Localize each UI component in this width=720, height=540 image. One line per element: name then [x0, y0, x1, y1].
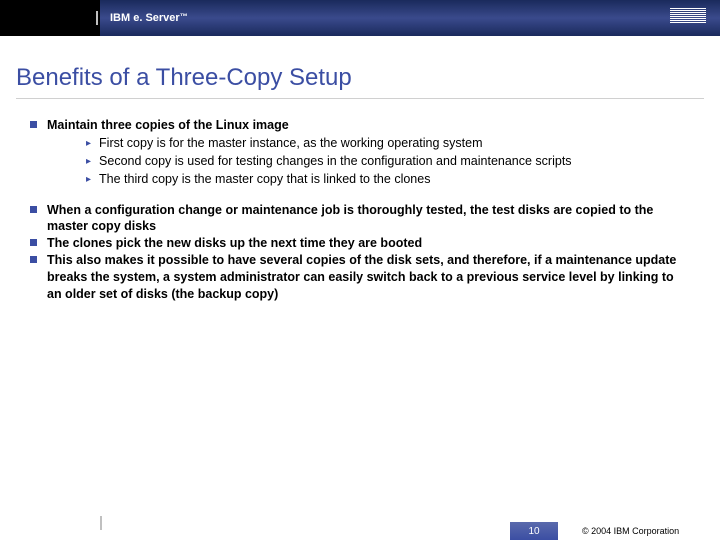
footer-dots-decor — [440, 522, 510, 540]
bullet-item: When a configuration change or maintenan… — [30, 202, 690, 236]
bullet-text: When a configuration change or maintenan… — [47, 202, 690, 236]
slide-title: Benefits of a Three-Copy Setup — [16, 64, 720, 92]
sub-bullet: ▸ Second copy is used for testing change… — [86, 153, 690, 170]
arrow-bullet-icon: ▸ — [86, 137, 91, 151]
sub-bullet-text: Second copy is used for testing changes … — [99, 153, 572, 170]
sub-bullet: ▸ The third copy is the master copy that… — [86, 171, 690, 188]
copyright-text: © 2004 IBM Corporation — [582, 526, 679, 536]
header-tick-icon — [96, 11, 98, 25]
bullet-item: This also makes it possible to have seve… — [30, 252, 690, 303]
bullet-item: The clones pick the new disks up the nex… — [30, 235, 690, 252]
bullet-text: The clones pick the new disks up the nex… — [47, 235, 422, 252]
slide-content: Maintain three copies of the Linux image… — [0, 99, 720, 303]
sub-bullet-list: ▸ First copy is for the master instance,… — [86, 135, 690, 188]
square-bullet-icon — [30, 206, 37, 213]
sub-bullet-text: First copy is for the master instance, a… — [99, 135, 483, 152]
bullet-main-text: Maintain three copies of the Linux image — [47, 117, 289, 134]
arrow-bullet-icon: ▸ — [86, 155, 91, 169]
brand-text: IBM e. Server — [110, 12, 180, 24]
footer-tick-icon — [100, 516, 102, 530]
brand-tm: ™ — [180, 12, 188, 21]
square-bullet-icon — [30, 256, 37, 263]
square-bullet-icon — [30, 239, 37, 246]
secondary-bullet-block: When a configuration change or maintenan… — [30, 202, 690, 303]
brand-label: IBM e. Server™ — [110, 12, 188, 24]
header-left-block — [0, 0, 100, 36]
bullet-text: This also makes it possible to have seve… — [47, 252, 690, 303]
sub-bullet-text: The third copy is the master copy that i… — [99, 171, 430, 188]
arrow-bullet-icon: ▸ — [86, 173, 91, 187]
bullet-main: Maintain three copies of the Linux image — [30, 117, 690, 134]
header-dots-decor — [270, 0, 470, 36]
slide-header: IBM e. Server™ — [0, 0, 720, 36]
sub-bullet: ▸ First copy is for the master instance,… — [86, 135, 690, 152]
footer-strip: 10 © 2004 IBM Corporation — [440, 522, 720, 540]
page-number: 10 — [510, 522, 558, 540]
ibm-logo-icon — [670, 8, 706, 23]
square-bullet-icon — [30, 121, 37, 128]
slide-footer: 10 © 2004 IBM Corporation — [0, 518, 720, 540]
